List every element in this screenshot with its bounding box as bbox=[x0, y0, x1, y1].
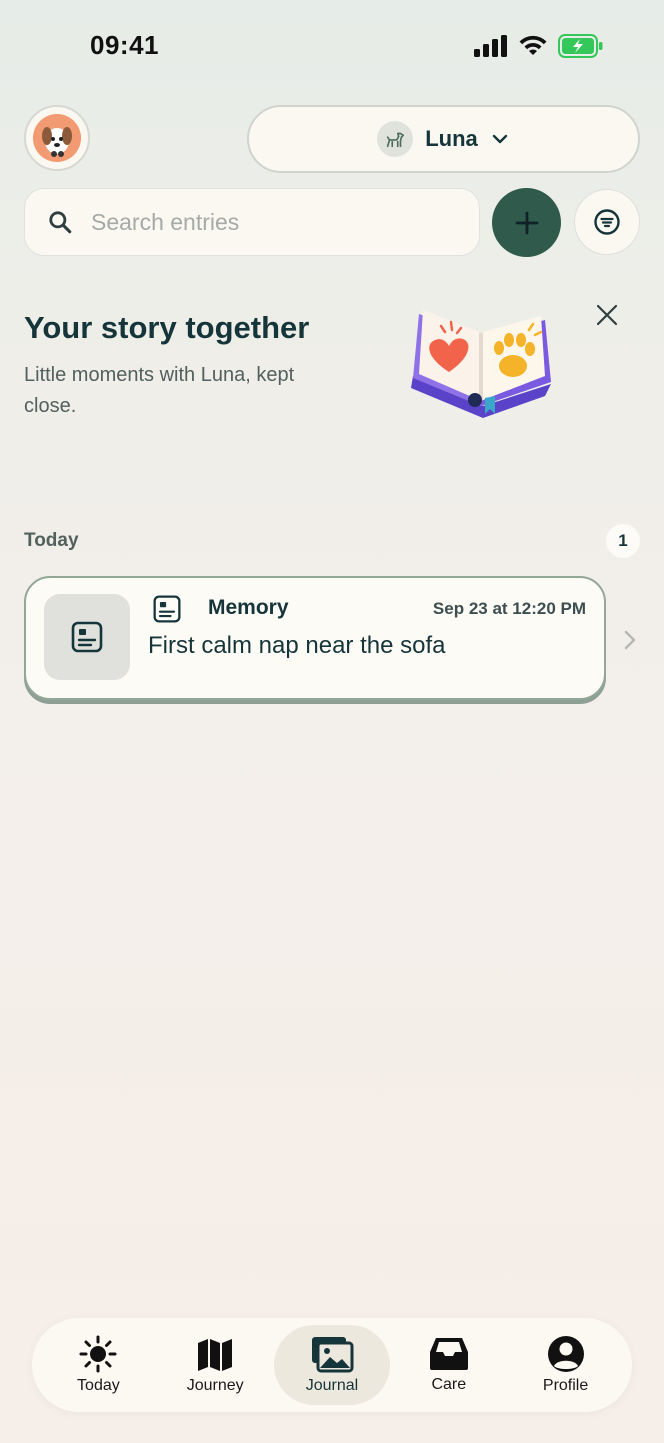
tab-profile[interactable]: Profile bbox=[507, 1325, 624, 1405]
tab-label-profile: Profile bbox=[542, 1377, 589, 1394]
banner-title: Your story together bbox=[24, 310, 310, 345]
tab-care[interactable]: Care bbox=[390, 1325, 507, 1405]
inbox-icon bbox=[429, 1338, 468, 1370]
tab-label-care: Care bbox=[431, 1376, 467, 1393]
plus-icon bbox=[515, 211, 538, 234]
close-banner-button[interactable] bbox=[590, 298, 624, 332]
banner-subtitle: Little moments with Luna, kept close. bbox=[24, 364, 295, 417]
entry-date: Sep 23 at 12:20 PM bbox=[432, 599, 586, 618]
search-input[interactable] bbox=[89, 207, 433, 237]
tab-bar: Today Journey Journal Care Profile bbox=[32, 1318, 632, 1412]
journal-entry-card[interactable]: Memory Sep 23 at 12:20 PM First calm nap… bbox=[24, 576, 606, 700]
search-bar[interactable] bbox=[24, 188, 480, 256]
sun-icon bbox=[79, 1335, 117, 1373]
signal-icon bbox=[474, 35, 507, 57]
entry-thumbnail bbox=[44, 594, 130, 680]
section-title-today: Today bbox=[24, 530, 79, 551]
filter-button[interactable] bbox=[574, 189, 640, 255]
person-icon bbox=[547, 1336, 584, 1372]
chevron-right-icon[interactable] bbox=[620, 626, 640, 654]
user-avatar-button[interactable] bbox=[24, 105, 90, 171]
memory-icon bbox=[71, 621, 103, 653]
memory-type-icon bbox=[153, 595, 181, 623]
status-icons bbox=[474, 34, 604, 58]
search-icon bbox=[49, 211, 72, 234]
entry-type-label: Memory bbox=[208, 596, 289, 619]
add-entry-button[interactable] bbox=[492, 188, 561, 257]
dog-icon bbox=[377, 121, 414, 157]
tab-label-journey: Journey bbox=[186, 1377, 244, 1394]
journal-book-illustration bbox=[405, 302, 555, 425]
tab-label-today: Today bbox=[77, 1377, 120, 1394]
battery-icon bbox=[558, 34, 603, 58]
entry-text: First calm nap near the sofa bbox=[148, 632, 446, 659]
tab-label-journal: Journal bbox=[305, 1377, 359, 1394]
pet-name: Luna bbox=[425, 126, 478, 151]
pet-selector-button[interactable]: Luna bbox=[247, 105, 640, 173]
filter-icon bbox=[594, 209, 620, 235]
close-icon bbox=[596, 304, 618, 326]
wifi-icon bbox=[519, 35, 547, 55]
section-count-badge: 1 bbox=[606, 524, 640, 558]
tab-today[interactable]: Today bbox=[40, 1325, 157, 1405]
map-icon bbox=[198, 1339, 233, 1371]
status-time: 09:41 bbox=[90, 30, 159, 60]
tab-journal[interactable]: Journal bbox=[273, 1325, 391, 1405]
dog-avatar-image bbox=[33, 114, 81, 162]
chevron-down-icon bbox=[492, 134, 507, 144]
photos-icon bbox=[311, 1337, 354, 1373]
tab-journey[interactable]: Journey bbox=[157, 1325, 274, 1405]
